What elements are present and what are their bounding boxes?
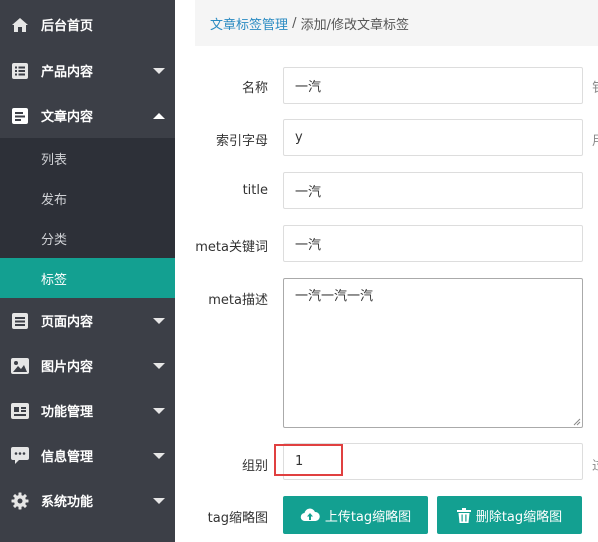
submenu-label: 发布 xyxy=(41,192,68,208)
article-submenu: 列表 发布 分类 标签 xyxy=(0,138,175,298)
title-label: title xyxy=(242,183,268,198)
tag-thumbnail-label: tag缩略图 xyxy=(207,511,268,526)
nav-item-system[interactable]: 系统功能 xyxy=(0,478,175,523)
chevron-down-icon xyxy=(153,67,165,74)
cloud-upload-icon xyxy=(300,507,320,523)
meta-keywords-field[interactable]: 一汽 xyxy=(283,225,583,262)
meta-keywords-label: meta关键词 xyxy=(195,240,268,255)
nav-item-messages[interactable]: 信息管理 xyxy=(0,433,175,478)
nav-item-articles[interactable]: 文章内容 xyxy=(0,93,175,138)
submenu-item-tags[interactable]: 标签 xyxy=(0,258,175,298)
index-letter-hint: 用 xyxy=(592,130,598,149)
submenu-label: 列表 xyxy=(41,152,68,168)
breadcrumb: 文章标签管理 / 添加/修改文章标签 xyxy=(195,0,598,46)
sidebar: 后台首页 产品内容 文章内容 列表 发布 分类 标签 页面内容 图片内容 功能管… xyxy=(0,0,175,542)
upload-thumbnail-button[interactable]: 上传tag缩略图 xyxy=(283,496,428,534)
nav-label: 图片内容 xyxy=(41,360,94,375)
nav-label: 文章内容 xyxy=(41,110,94,125)
submenu-item-publish[interactable]: 发布 xyxy=(0,178,175,218)
resize-grip-icon[interactable] xyxy=(571,416,581,426)
index-letter-label: 索引字母 xyxy=(215,134,268,149)
list-icon xyxy=(10,61,30,81)
chevron-down-icon xyxy=(153,362,165,369)
name-field[interactable]: 一汽 xyxy=(283,67,583,104)
breadcrumb-separator: / xyxy=(288,15,301,31)
highlight-box xyxy=(274,444,343,476)
image-icon xyxy=(10,356,30,376)
nav-label: 产品内容 xyxy=(41,65,94,80)
name-label: 名称 xyxy=(241,81,268,96)
nav-item-images[interactable]: 图片内容 xyxy=(0,343,175,388)
title-field[interactable]: 一汽 xyxy=(283,172,583,209)
nav-label: 页面内容 xyxy=(41,315,94,330)
meta-description-textarea[interactable]: 一汽一汽一汽 xyxy=(283,278,583,428)
submenu-item-list[interactable]: 列表 xyxy=(0,138,175,178)
nav-item-products[interactable]: 产品内容 xyxy=(0,48,175,93)
meta-description-label: meta描述 xyxy=(208,293,268,308)
submenu-label: 标签 xyxy=(41,272,68,288)
nav-item-features[interactable]: 功能管理 xyxy=(0,388,175,433)
submenu-item-category[interactable]: 分类 xyxy=(0,218,175,258)
group-hint: 过 xyxy=(592,455,598,474)
submenu-label: 分类 xyxy=(41,232,68,248)
article-icon xyxy=(10,106,30,126)
chevron-up-icon xyxy=(153,112,165,119)
breadcrumb-current: 添加/修改文章标签 xyxy=(300,17,410,33)
nav-label: 功能管理 xyxy=(41,405,94,420)
delete-button-label: 删除tag缩略图 xyxy=(475,509,563,525)
breadcrumb-link[interactable]: 文章标签管理 xyxy=(210,14,288,33)
chevron-down-icon xyxy=(153,452,165,459)
page-icon xyxy=(10,311,30,331)
index-letter-field[interactable]: y xyxy=(283,119,583,156)
delete-thumbnail-button[interactable]: 删除tag缩略图 xyxy=(437,496,582,534)
upload-button-label: 上传tag缩略图 xyxy=(324,509,412,525)
name-hint: 钅 xyxy=(592,77,598,96)
feature-icon xyxy=(10,401,30,421)
nav-label: 后台首页 xyxy=(41,19,94,34)
trash-icon xyxy=(456,507,471,523)
nav-label: 信息管理 xyxy=(41,450,94,465)
home-icon xyxy=(10,15,30,35)
nav-label: 系统功能 xyxy=(41,495,94,510)
nav-item-pages[interactable]: 页面内容 xyxy=(0,298,175,343)
nav-item-home[interactable]: 后台首页 xyxy=(0,2,175,47)
chevron-down-icon xyxy=(153,497,165,504)
group-label: 组别 xyxy=(241,459,268,474)
message-icon xyxy=(10,446,30,466)
chevron-down-icon xyxy=(153,317,165,324)
chevron-down-icon xyxy=(153,407,165,414)
gear-icon xyxy=(10,491,30,511)
